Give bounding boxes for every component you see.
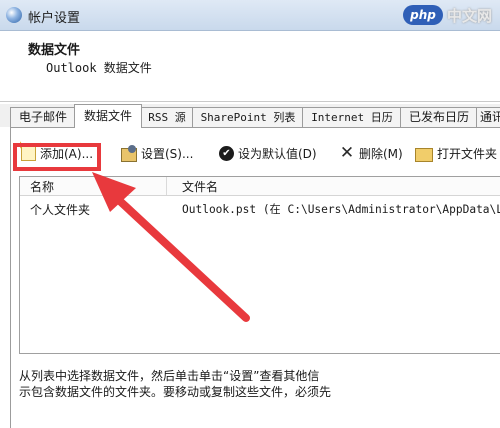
delete-button[interactable]: ✕ 删除(M) bbox=[339, 142, 403, 164]
table-row[interactable]: 个人文件夹 Outlook.pst (在 C:\Users\Administra… bbox=[20, 201, 500, 219]
window-title: 帐户设置 bbox=[28, 11, 81, 26]
column-header-filename[interactable]: 文件名 bbox=[182, 178, 218, 195]
tab-bar: 电子邮件 数据文件 RSS 源 SharePoint 列表 Internet 日… bbox=[0, 104, 500, 128]
table-header: 名称 文件名 bbox=[20, 177, 500, 196]
data-files-panel: 添加(A)... 设置(S)... ✔ 设为默认值(D) ✕ 删除(M) 打开文… bbox=[10, 127, 500, 428]
header-subtitle: Outlook 数据文件 bbox=[46, 61, 152, 75]
delete-button-label: 删除(M) bbox=[359, 146, 403, 161]
open-folder-button[interactable]: 打开文件夹 bbox=[415, 142, 497, 164]
outlook-app-icon bbox=[6, 7, 22, 23]
column-divider[interactable] bbox=[166, 177, 167, 195]
set-default-button-label: 设为默认值(D) bbox=[238, 146, 317, 161]
description-line-2: 示包含数据文件的文件夹。要移动或复制这些文件，必须先 bbox=[19, 385, 332, 399]
tab-sharepoint-lists[interactable]: SharePoint 列表 bbox=[192, 107, 304, 127]
open-folder-button-label: 打开文件夹 bbox=[437, 146, 498, 161]
tab-data-files[interactable]: 数据文件 bbox=[74, 104, 142, 128]
data-files-table: 名称 文件名 个人文件夹 Outlook.pst (在 C:\Users\Adm… bbox=[19, 176, 500, 354]
description-line-1: 从列表中选择数据文件，然后单击单击“设置”查看其他信 bbox=[19, 369, 320, 383]
row-name-cell: 个人文件夹 bbox=[30, 203, 91, 217]
tab-published-calendars[interactable]: 已发布日历 bbox=[400, 107, 478, 127]
settings-icon bbox=[121, 145, 137, 162]
highlight-box bbox=[13, 143, 101, 171]
watermark-logo: php bbox=[402, 5, 443, 25]
settings-button-label: 设置(S)... bbox=[141, 146, 194, 161]
header-divider bbox=[0, 101, 500, 102]
toolbar: 添加(A)... 设置(S)... ✔ 设为默认值(D) ✕ 删除(M) 打开文… bbox=[11, 138, 500, 171]
header-title: 数据文件 bbox=[28, 43, 81, 58]
row-filename-cell: Outlook.pst (在 C:\Users\Administrator\Ap… bbox=[182, 203, 500, 216]
tab-email[interactable]: 电子邮件 bbox=[10, 107, 76, 127]
column-header-name[interactable]: 名称 bbox=[30, 178, 54, 195]
watermark-text: 中文网 bbox=[446, 6, 492, 25]
tab-rss-feeds[interactable]: RSS 源 bbox=[140, 107, 194, 127]
checkmark-icon: ✔ bbox=[219, 145, 234, 161]
description-text: 从列表中选择数据文件，然后单击单击“设置”查看其他信 示包含数据文件的文件夹。要… bbox=[19, 368, 499, 400]
tab-address-books[interactable]: 通讯 bbox=[476, 107, 500, 127]
watermark: php 中文网 bbox=[402, 4, 492, 26]
folder-icon bbox=[415, 148, 433, 162]
dialog-header: 数据文件 Outlook 数据文件 bbox=[0, 31, 500, 101]
title-bar: 帐户设置 php 中文网 bbox=[0, 0, 500, 31]
set-default-button[interactable]: ✔ 设为默认值(D) bbox=[219, 142, 317, 164]
delete-x-icon: ✕ bbox=[339, 143, 355, 163]
settings-button[interactable]: 设置(S)... bbox=[121, 142, 193, 164]
tab-internet-calendars[interactable]: Internet 日历 bbox=[302, 107, 402, 127]
